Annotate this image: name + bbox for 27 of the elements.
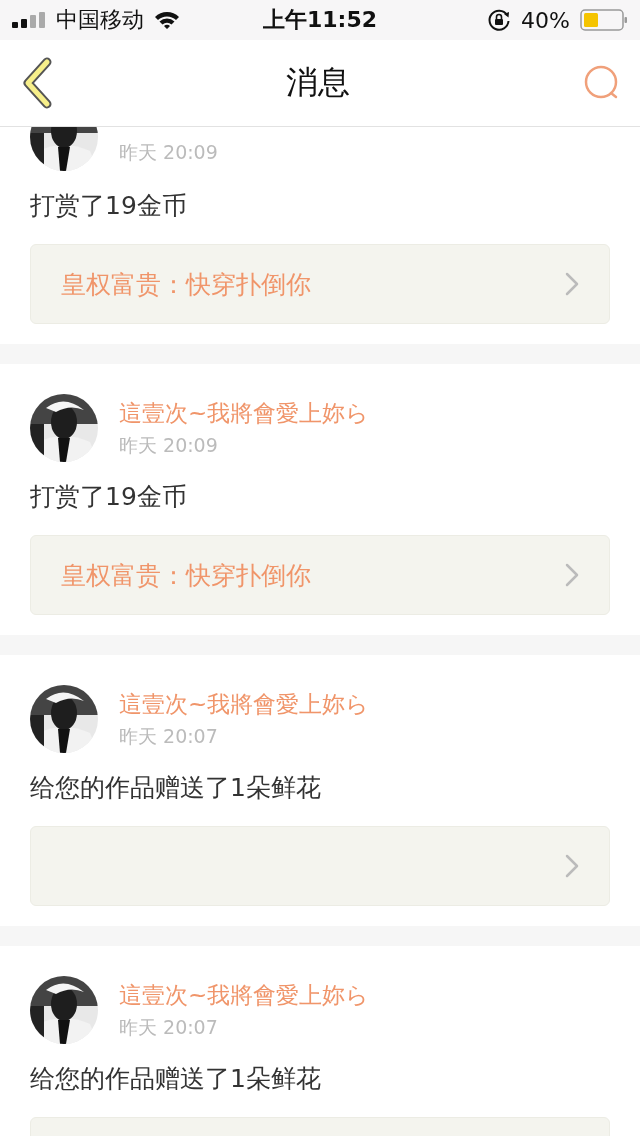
user-name[interactable]: 這壹次~我將會愛上妳ら [119, 397, 370, 429]
battery-icon [580, 9, 628, 31]
back-button[interactable] [20, 57, 54, 109]
chevron-left-icon [20, 57, 54, 109]
page-title: 消息 [286, 62, 350, 103]
message-text: 给您的作品赠送了1朵鲜花 [30, 772, 322, 804]
message-time: 昨天 20:09 [119, 139, 218, 165]
user-name[interactable]: 這壹次~我將會愛上妳ら [119, 688, 370, 720]
message-time: 昨天 20:09 [119, 432, 219, 458]
work-link[interactable] [30, 826, 610, 906]
signal-icon [12, 12, 46, 28]
wifi-icon [154, 10, 180, 30]
work-link[interactable]: 皇权富贵：快穿扑倒你 [30, 244, 610, 324]
status-time: 上午11:52 [263, 6, 377, 34]
battery-percent: 40% [521, 7, 570, 33]
chevron-right-icon [565, 854, 579, 878]
message-text: 打赏了19金币 [30, 190, 188, 222]
chevron-right-icon [565, 272, 579, 296]
message-time: 昨天 20:07 [119, 1014, 219, 1040]
message-text: 打赏了19金币 [30, 481, 188, 513]
carrier-name: 中国移动 [56, 6, 144, 34]
chevron-right-icon [565, 563, 579, 587]
message-time: 昨天 20:07 [119, 723, 219, 749]
message-text: 给您的作品赠送了1朵鲜花 [30, 1063, 322, 1095]
rotation-lock-icon [487, 8, 512, 32]
work-link[interactable]: 皇权富贵：快穿扑倒你 [30, 535, 610, 615]
user-name[interactable]: 這壹次~我將會愛上妳ら [119, 979, 370, 1011]
